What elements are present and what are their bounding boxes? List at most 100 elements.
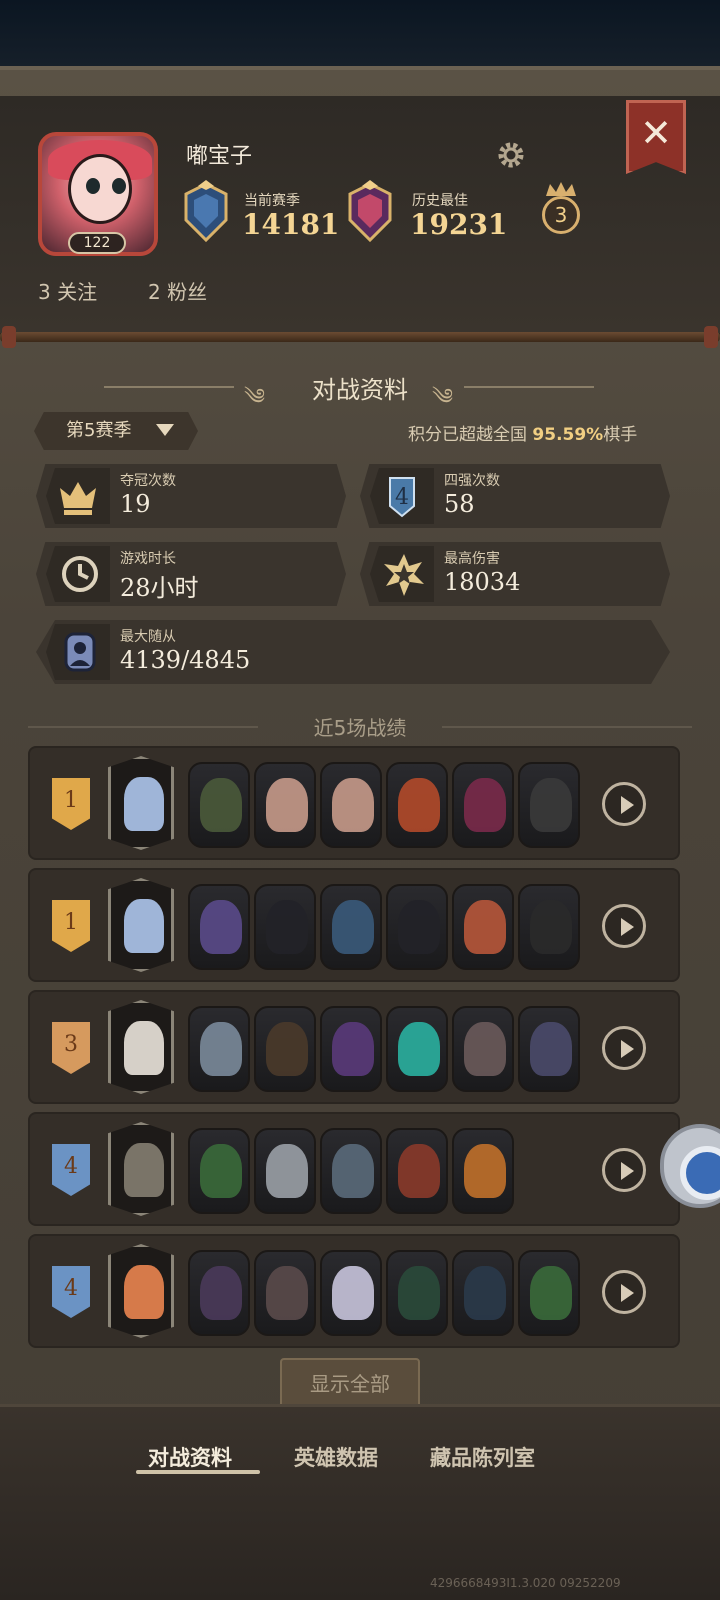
minion-card[interactable] xyxy=(452,884,514,970)
best-season-crest-icon xyxy=(348,180,392,243)
minion-figure xyxy=(266,1022,308,1076)
crown-count-badge[interactable]: 3 xyxy=(542,196,580,234)
minion-figure xyxy=(464,1144,506,1198)
crown-icon xyxy=(60,482,96,515)
minion-portrait-icon xyxy=(64,632,96,672)
tab-collection[interactable]: 藏品陈列室 xyxy=(430,1442,535,1472)
minion-card[interactable] xyxy=(254,1250,316,1336)
hero-portrait[interactable] xyxy=(108,1244,174,1338)
minion-card[interactable] xyxy=(386,1128,448,1214)
minion-figure xyxy=(530,1022,572,1076)
match-row[interactable]: 3 xyxy=(28,990,680,1104)
minion-figure xyxy=(200,1022,242,1076)
minion-card[interactable] xyxy=(320,884,382,970)
match-row[interactable]: 4 xyxy=(28,1234,680,1348)
rod-cap-right xyxy=(704,326,718,348)
minion-card[interactable] xyxy=(254,1128,316,1214)
stat-max-damage: 最高伤害 18034 xyxy=(360,542,670,606)
minion-card[interactable] xyxy=(386,762,448,848)
minion-card[interactable] xyxy=(320,762,382,848)
chevron-down-icon xyxy=(156,424,174,436)
replay-play-icon[interactable] xyxy=(602,1148,646,1192)
minion-card[interactable] xyxy=(386,1250,448,1336)
minion-figure xyxy=(266,1266,308,1320)
minion-card[interactable] xyxy=(452,1128,514,1214)
minion-card[interactable] xyxy=(254,884,316,970)
minion-card[interactable] xyxy=(452,1250,514,1336)
season-select[interactable]: 第5赛季 xyxy=(34,412,198,450)
minion-figure xyxy=(398,1144,440,1198)
stat-playtime: 游戏时长 28小时 xyxy=(36,542,346,606)
level-badge: 122 xyxy=(68,232,126,254)
replay-play-icon[interactable] xyxy=(602,1026,646,1070)
gear-icon[interactable] xyxy=(496,140,526,170)
stat-icon-box: 4 xyxy=(370,468,434,524)
minion-figure xyxy=(530,1266,572,1320)
minion-card[interactable] xyxy=(188,1128,250,1214)
stat-value: 28小时 xyxy=(120,574,199,602)
minion-card[interactable] xyxy=(386,1006,448,1092)
stat-label: 最高伤害 xyxy=(444,551,500,567)
minion-card[interactable] xyxy=(188,1006,250,1092)
match-row[interactable]: 1 xyxy=(28,746,680,860)
minion-card[interactable] xyxy=(188,1250,250,1336)
title-rule-right xyxy=(464,386,594,388)
stat-label: 游戏时长 xyxy=(120,551,176,567)
minion-figure xyxy=(398,1022,440,1076)
minion-card[interactable] xyxy=(386,884,448,970)
show-all-button[interactable]: 显示全部 xyxy=(280,1358,420,1408)
replay-play-icon[interactable] xyxy=(602,904,646,948)
minion-card[interactable] xyxy=(518,1250,580,1336)
hero-portrait[interactable] xyxy=(108,878,174,972)
replay-play-icon[interactable] xyxy=(602,1270,646,1314)
match-row[interactable]: 4 xyxy=(28,1112,680,1226)
stat-icon-box xyxy=(46,546,110,602)
minion-figure xyxy=(266,900,308,954)
rank-suffix: 棋手 xyxy=(603,425,638,445)
minion-figure xyxy=(200,1144,242,1198)
placement-badge: 4 xyxy=(52,1144,90,1196)
rank-percent: 95.59% xyxy=(532,425,604,445)
replay-play-icon[interactable] xyxy=(602,782,646,826)
active-tab-indicator xyxy=(136,1470,260,1474)
season-select-label: 第5赛季 xyxy=(66,420,132,441)
divider-rod xyxy=(0,332,720,342)
stat-value: 4139/4845 xyxy=(120,646,251,674)
hero-portrait[interactable] xyxy=(108,1122,174,1216)
rank-prefix: 积分已超越全国 xyxy=(408,425,527,445)
tab-hero-data[interactable]: 英雄数据 xyxy=(294,1442,378,1472)
minion-card[interactable] xyxy=(452,1006,514,1092)
minion-card[interactable] xyxy=(254,762,316,848)
minion-card[interactable] xyxy=(188,762,250,848)
minion-card[interactable] xyxy=(452,762,514,848)
stat-max-minion: 最大随从 4139/4845 xyxy=(36,620,670,684)
minion-card[interactable] xyxy=(254,1006,316,1092)
hero-portrait[interactable] xyxy=(108,1000,174,1094)
minion-card[interactable] xyxy=(320,1250,382,1336)
minion-figure xyxy=(266,778,308,832)
minion-card[interactable] xyxy=(188,884,250,970)
placement-badge: 4 xyxy=(52,1266,90,1318)
minion-figure xyxy=(332,778,374,832)
current-season-score: 14181 xyxy=(242,208,340,241)
close-icon: ✕ xyxy=(640,111,672,155)
placement-badge: 1 xyxy=(52,778,90,830)
recent-rule-right xyxy=(442,726,692,728)
minion-card[interactable] xyxy=(320,1128,382,1214)
following-link[interactable]: 3 关注 xyxy=(38,276,97,305)
tab-battle-data[interactable]: 对战资料 xyxy=(148,1442,232,1472)
match-row[interactable]: 1 xyxy=(28,868,680,982)
avatar-eye-left xyxy=(86,178,100,194)
stat-label: 最大随从 xyxy=(120,629,176,645)
followers-link[interactable]: 2 粉丝 xyxy=(148,276,207,305)
stat-top4: 4 四强次数 58 xyxy=(360,464,670,528)
minion-card[interactable] xyxy=(518,762,580,848)
minion-card[interactable] xyxy=(320,1006,382,1092)
minion-card[interactable] xyxy=(518,1006,580,1092)
current-season-label: 当前赛季 xyxy=(244,193,300,209)
stat-icon-box xyxy=(370,546,434,602)
hero-portrait[interactable] xyxy=(108,756,174,850)
placement-badge: 1 xyxy=(52,900,90,952)
stat-icon-box xyxy=(46,624,110,680)
minion-card[interactable] xyxy=(518,884,580,970)
